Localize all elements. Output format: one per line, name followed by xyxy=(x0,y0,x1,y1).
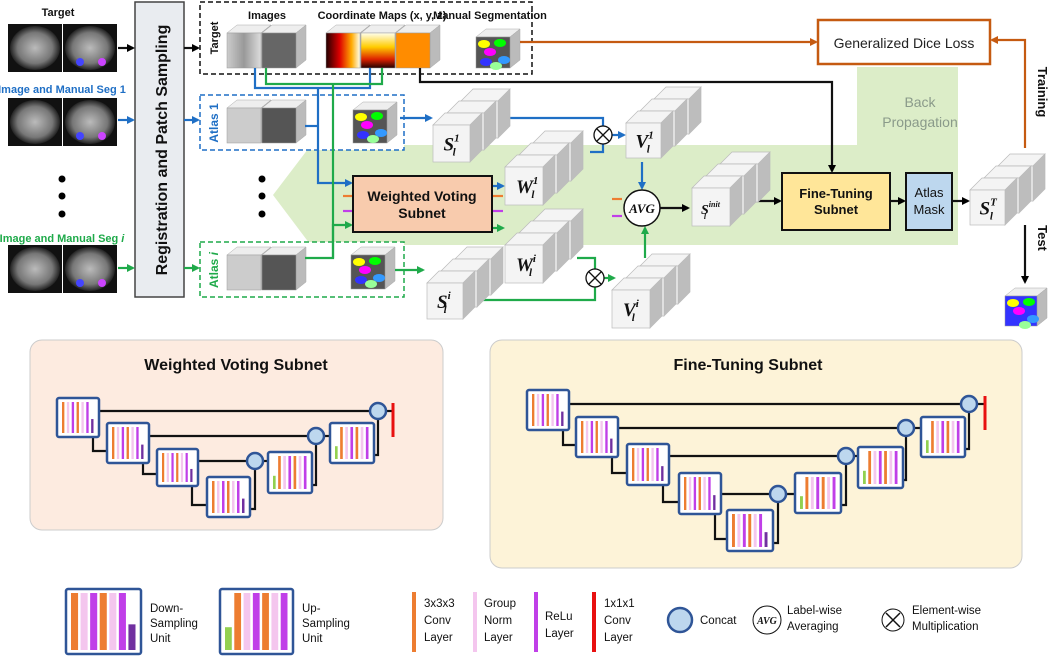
concat-node xyxy=(896,418,916,438)
ft-panel-title: Fine-Tuning Subnet xyxy=(673,357,823,374)
connector-arrow xyxy=(990,36,1027,148)
target-box-label: Target xyxy=(209,21,221,54)
training-label: Training xyxy=(1035,67,1050,118)
legend-conv3-label: 3x3x3 Conv Layer xyxy=(424,598,455,644)
registration-label: Registration and Patch Sampling xyxy=(154,25,171,276)
atlas1-input-label: Image and Manual Seg 1 xyxy=(0,84,126,96)
legend-up-unit-icon xyxy=(218,587,295,656)
down-sampling-unit xyxy=(525,388,571,432)
down-sampling-unit xyxy=(574,415,620,459)
tensor-Vi: Vi l xyxy=(611,253,691,329)
atlasi-label: Atlas i xyxy=(207,251,221,288)
up-sampling-unit xyxy=(328,421,376,465)
concat-node xyxy=(959,394,979,414)
down-sampling-unit xyxy=(55,396,101,439)
connector-arrow xyxy=(503,116,605,126)
concat-node xyxy=(768,484,788,504)
down-sampling-unit xyxy=(725,508,775,553)
coord-map-z xyxy=(395,24,441,69)
legend-avg-label: Label-wise Averaging xyxy=(787,605,842,633)
concat-node xyxy=(245,451,265,471)
up-sampling-unit xyxy=(266,450,314,495)
concat-node xyxy=(836,446,856,466)
down-sampling-unit xyxy=(205,475,252,519)
multiply-node xyxy=(593,125,613,145)
legend-relu-icon xyxy=(534,592,538,652)
brain-image-atlas1 xyxy=(8,98,117,146)
brain-image-target xyxy=(8,24,117,72)
legend-concat-label: Concat xyxy=(700,615,737,627)
legend-down-label: Down-Sampling Unit xyxy=(150,603,198,645)
atlasi-image-patch-t2 xyxy=(261,246,307,291)
architecture-diagram: Back Propagation Target Image and Manual … xyxy=(0,1,1050,656)
legend-conv3-icon xyxy=(412,592,416,652)
up-sampling-unit xyxy=(919,415,967,459)
down-sampling-unit xyxy=(677,471,723,516)
down-sampling-unit xyxy=(625,442,671,487)
legend-avg-symbol: AVG xyxy=(756,616,778,627)
atlasi-seg-patch xyxy=(350,246,396,290)
legend-conv1-label: 1x1x1 Conv Layer xyxy=(604,598,635,644)
legend-concat-icon xyxy=(666,606,694,634)
connector-arrow xyxy=(264,68,384,86)
legend-multiply-label: Element-wise Multiplication xyxy=(912,605,981,633)
connector-arrow xyxy=(577,256,597,269)
test-label: Test xyxy=(1035,225,1050,251)
legend-multiply-icon xyxy=(881,608,905,632)
legend-relu-label: ReLu Layer xyxy=(545,611,574,640)
tensor-ST: ST l xyxy=(969,153,1046,226)
manual-seg-label: Manual Segmentation xyxy=(433,10,547,22)
down-sampling-unit xyxy=(155,447,200,488)
avg-label: AVG xyxy=(628,201,655,216)
legend-down-unit-icon xyxy=(64,587,143,656)
target-image-patch-t2 xyxy=(261,24,307,69)
legend-conv1-icon xyxy=(592,592,596,652)
concat-node xyxy=(306,426,326,446)
output-segmentation xyxy=(1004,287,1048,329)
atlasi-input-label: Image and Manual Seg i xyxy=(0,233,125,245)
wv-panel-title: Weighted Voting Subnet xyxy=(144,357,328,374)
brain-image-atlasi xyxy=(8,245,117,293)
legend-up-label: Up-Sampling Unit xyxy=(302,603,350,645)
legend-norm-icon xyxy=(473,592,477,652)
weighted-voting-subnet-box xyxy=(352,175,493,233)
images-label: Images xyxy=(248,10,286,22)
target-manual-seg xyxy=(475,28,521,70)
tensor-Si: Si l xyxy=(426,246,504,320)
concat-node xyxy=(368,401,388,421)
up-sampling-unit xyxy=(793,471,843,515)
multiply-node xyxy=(585,268,605,288)
legend-norm-label: Group Norm Layer xyxy=(484,598,516,644)
down-sampling-unit xyxy=(105,421,151,465)
atlas1-label: Atlas 1 xyxy=(207,103,221,143)
up-sampling-unit xyxy=(856,445,905,490)
target-label: Target xyxy=(42,7,75,19)
coord-maps-label: Coordinate Maps (x, y, z) xyxy=(318,10,447,22)
atlas1-seg-patch xyxy=(352,101,398,144)
atlas1-image-patch-t2 xyxy=(261,99,307,144)
dice-loss-label: Generalized Dice Loss xyxy=(834,35,975,51)
